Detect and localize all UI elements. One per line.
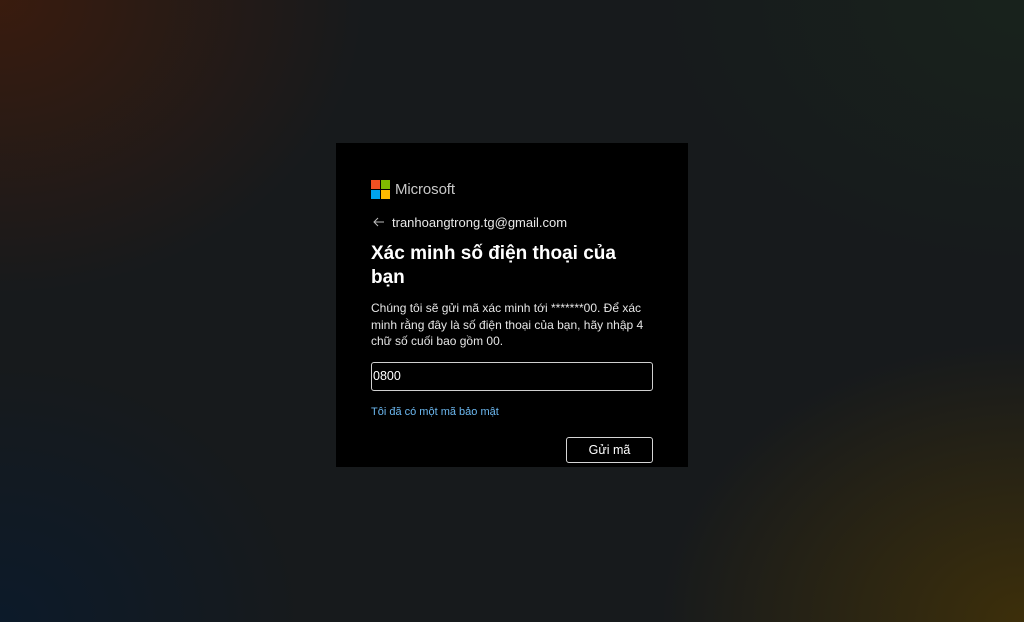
arrow-left-icon[interactable] xyxy=(371,214,387,230)
phone-digits-input[interactable] xyxy=(371,361,653,391)
logo-square-red xyxy=(371,179,380,189)
logo-square-green xyxy=(381,179,390,189)
instructions-text: Chúng tôi sẽ gửi mã xác minh tới *******… xyxy=(371,301,644,348)
have-security-code-link[interactable]: Tôi đã có một mã bảo mật xyxy=(371,406,499,418)
microsoft-logo: Microsoft xyxy=(371,179,653,199)
logo-square-yellow xyxy=(381,189,390,199)
microsoft-logo-icon xyxy=(371,179,390,199)
dialog-actions: Gửi mã xyxy=(371,436,653,463)
page-title: Xác minh số điện thoại của bạn xyxy=(371,243,616,288)
account-identity: tranhoangtrong.tg@gmail.com xyxy=(371,213,653,231)
logo-square-blue xyxy=(371,189,380,199)
account-email: tranhoangtrong.tg@gmail.com xyxy=(392,214,568,230)
brand-name: Microsoft xyxy=(395,180,455,198)
send-code-button[interactable]: Gửi mã xyxy=(566,436,653,463)
verify-phone-dialog: Microsoft tranhoangtrong.tg@gmail.com Xá… xyxy=(336,143,688,467)
